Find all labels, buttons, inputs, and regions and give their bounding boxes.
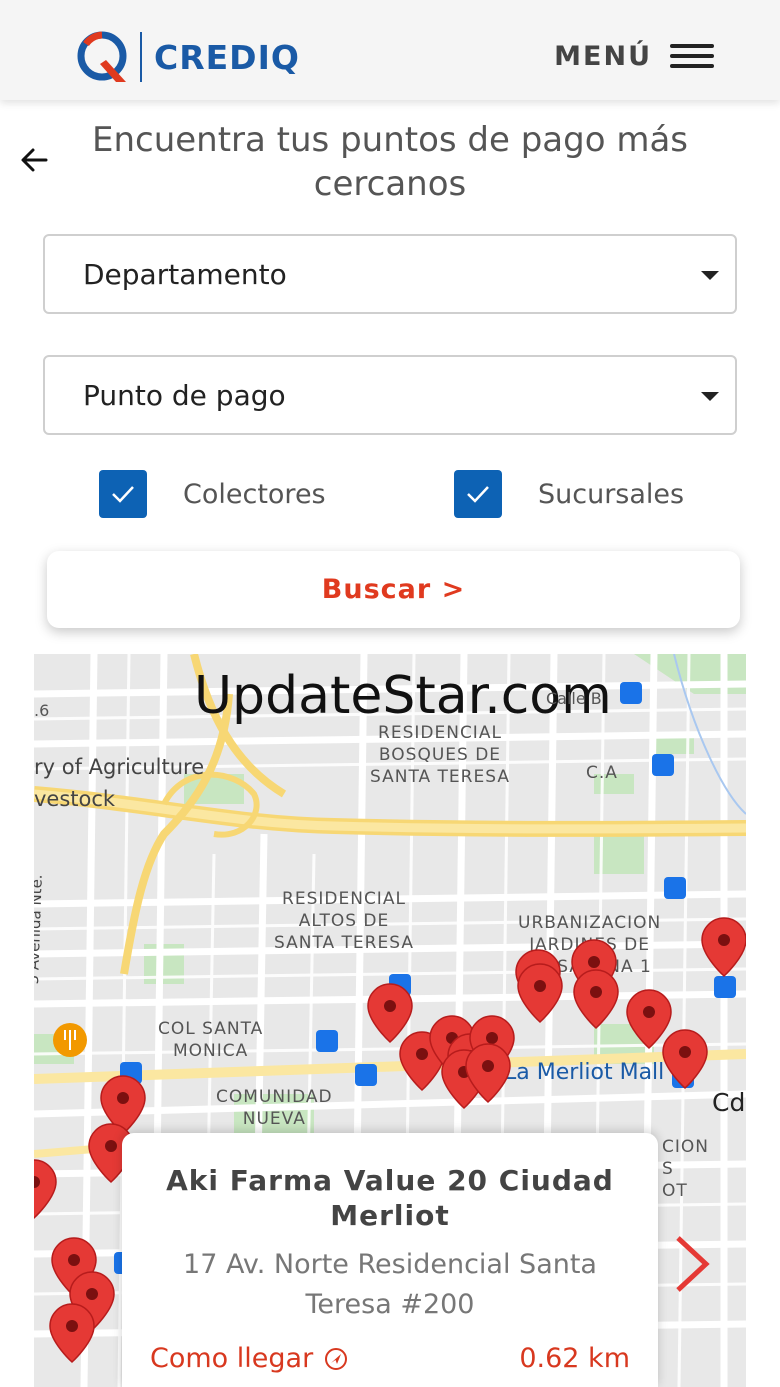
map-pin[interactable] <box>367 983 413 1043</box>
map-pin[interactable] <box>626 989 672 1049</box>
departamento-select[interactable]: Departamento <box>43 234 737 314</box>
checkmark-icon <box>99 470 147 518</box>
location-address: 17 Av. Norte Residencial Santa Teresa #2… <box>183 1249 597 1320</box>
colectores-checkbox[interactable]: Colectores <box>99 470 326 518</box>
checkmark-icon <box>454 470 502 518</box>
location-distance: 0.62 km <box>519 1343 630 1374</box>
map-pin[interactable] <box>49 1303 95 1363</box>
page-title: Encuentra tus puntos de pago más cercano… <box>91 120 688 204</box>
sucursales-checkbox[interactable]: Sucursales <box>454 470 684 518</box>
map-pin[interactable] <box>517 963 563 1023</box>
brand-name: CREDIQ <box>154 37 300 77</box>
map-pin[interactable] <box>662 1029 708 1089</box>
menu-button[interactable]: MENÚ <box>554 38 714 74</box>
map-pin[interactable] <box>34 1159 57 1219</box>
chevron-down-icon <box>701 392 719 401</box>
punto-pago-value: Punto de pago <box>83 379 286 412</box>
back-arrow-icon[interactable] <box>18 144 50 176</box>
como-llegar-link[interactable]: Como llegar <box>150 1343 349 1374</box>
location-card[interactable]: Aki Farma Value 20 Ciudad Merliot 17 Av.… <box>122 1133 658 1387</box>
map-pin[interactable] <box>573 969 619 1029</box>
navigation-icon <box>325 1347 348 1370</box>
chevron-right-icon[interactable] <box>670 1232 714 1296</box>
como-llegar-label: Como llegar <box>150 1343 314 1374</box>
departamento-value: Departamento <box>83 258 287 291</box>
sucursales-label: Sucursales <box>538 478 685 510</box>
menu-label: MENÚ <box>554 40 652 72</box>
map-pin[interactable] <box>701 917 746 977</box>
logo-divider <box>140 32 142 82</box>
colectores-label: Colectores <box>183 478 326 510</box>
buscar-button[interactable]: Buscar > <box>47 551 740 628</box>
punto-pago-select[interactable]: Punto de pago <box>43 355 737 435</box>
crediq-q-icon <box>77 31 127 82</box>
hamburger-icon <box>670 38 714 74</box>
app-header: CREDIQ MENÚ <box>0 0 780 100</box>
location-name: Aki Farma Value 20 Ciudad Merliot <box>166 1164 614 1232</box>
crediq-logo[interactable]: CREDIQ <box>76 30 300 84</box>
chevron-down-icon <box>701 271 719 280</box>
